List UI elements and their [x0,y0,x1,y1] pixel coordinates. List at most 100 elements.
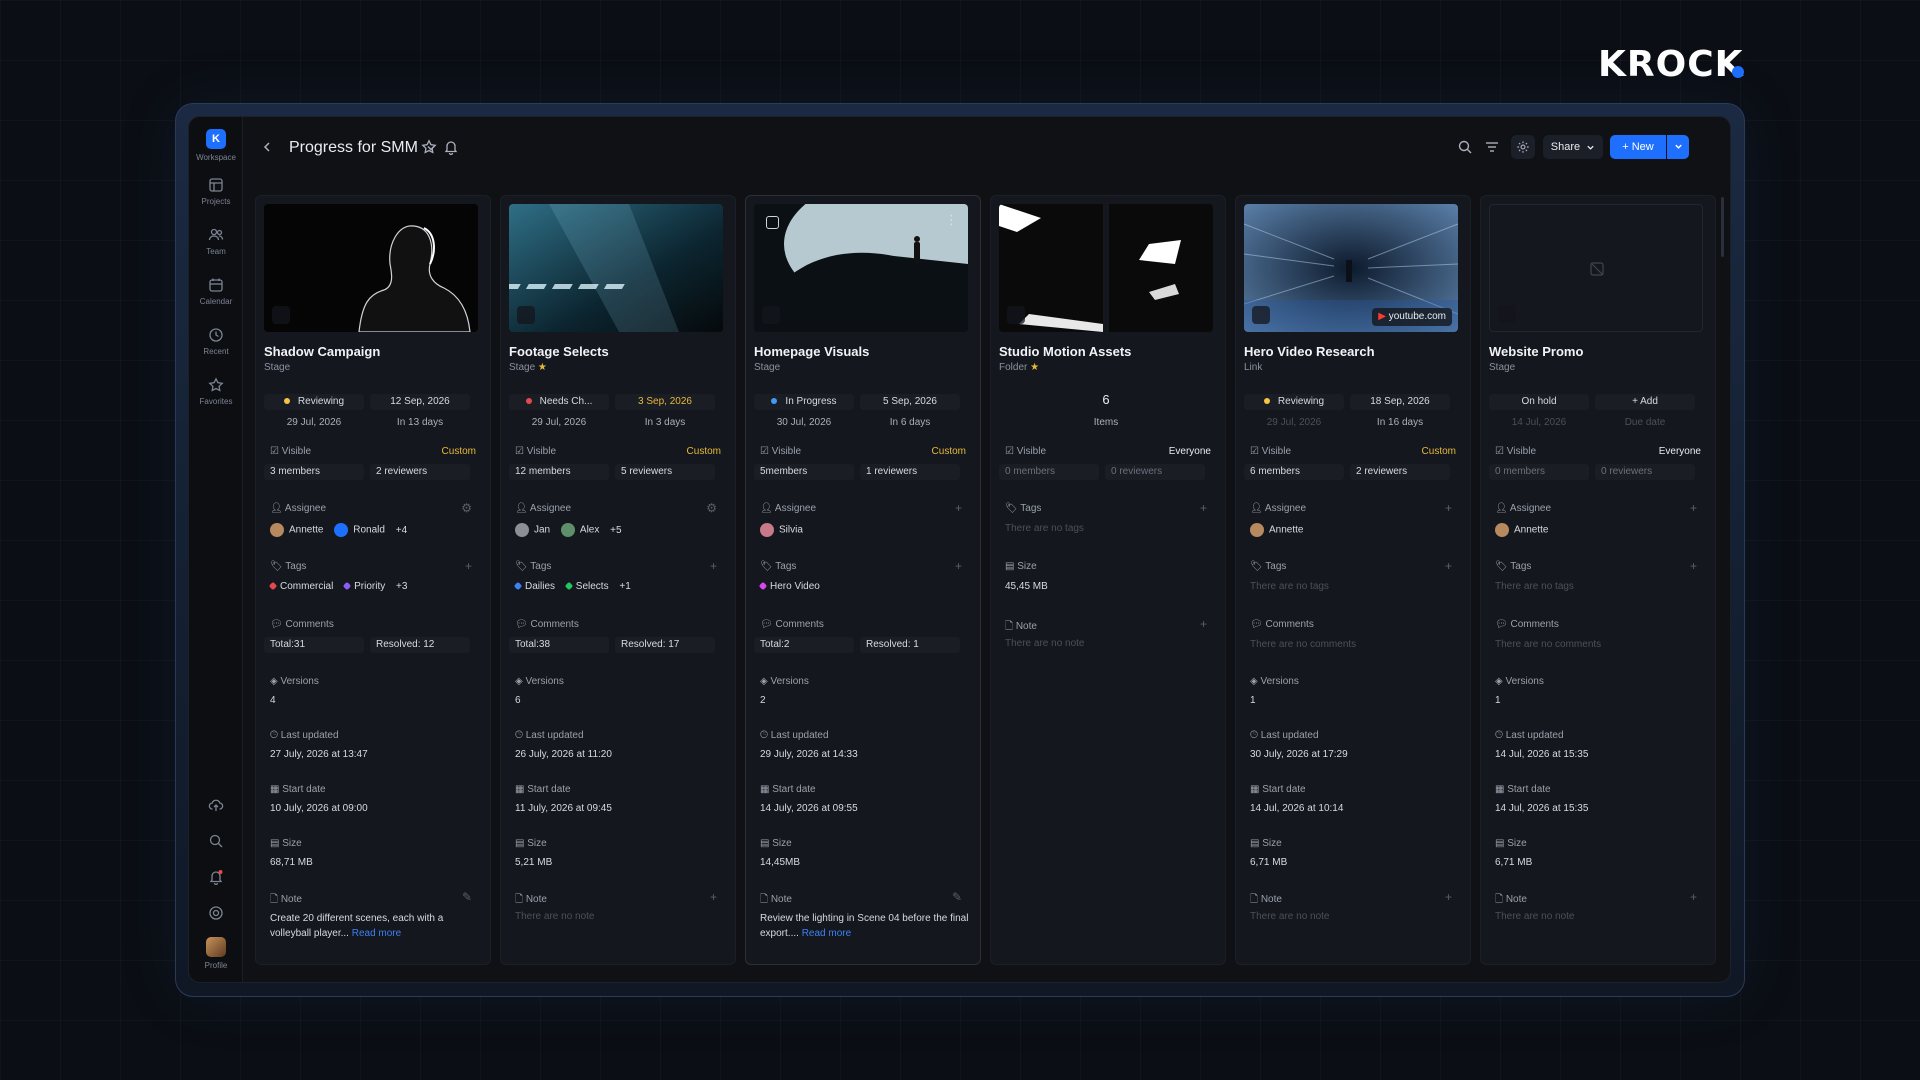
plus-icon[interactable]: + [710,890,717,904]
card-website-promo[interactable]: Website Promo Stage On hold + Add 14 Jul… [1480,195,1716,965]
search-button[interactable] [189,833,243,853]
status-badge[interactable]: Needs Ch... [509,394,609,410]
due-date[interactable]: 5 Sep, 2026 [860,394,960,410]
reviewers-count[interactable]: 2 reviewers [1350,464,1450,480]
assignee-more[interactable]: +5 [610,525,621,536]
filter-icon[interactable] [1484,139,1500,155]
new-button[interactable]: + New [1610,135,1666,159]
members-count[interactable]: 5members [754,464,854,480]
members-count[interactable]: 3 members [264,464,364,480]
assignee-list[interactable]: Annette [1250,523,1303,537]
back-arrow-icon[interactable] [259,139,275,155]
members-count[interactable]: 0 members [999,464,1099,480]
scrollbar[interactable] [1721,197,1724,257]
upload-button[interactable] [189,797,243,817]
status-badge[interactable]: Reviewing [264,394,364,410]
sidebar-item-team[interactable]: Team [189,227,243,256]
comments-total[interactable]: Total:38 [509,637,609,653]
read-more-link[interactable]: Read more [802,928,851,939]
plus-icon[interactable]: + [1690,559,1697,573]
tag[interactable]: Priority [342,581,385,592]
plus-icon[interactable]: + [1445,559,1452,573]
visibility-value[interactable]: Custom [932,446,966,457]
card-title[interactable]: Studio Motion Assets [999,344,1131,359]
comments-total[interactable]: Total:31 [264,637,364,653]
gear-icon[interactable]: ⚙ [461,501,472,515]
visibility-value[interactable]: Custom [1422,446,1456,457]
members-count[interactable]: 6 members [1244,464,1344,480]
comments-resolved[interactable]: Resolved: 12 [370,637,470,653]
tag[interactable]: Commercial [268,581,333,592]
reviewers-count[interactable]: 0 reviewers [1105,464,1205,480]
plus-icon[interactable]: + [465,559,472,573]
comments-resolved[interactable]: Resolved: 1 [860,637,960,653]
add-due-date-button[interactable]: + Add [1595,394,1695,410]
plus-icon[interactable]: + [955,501,962,515]
due-date[interactable]: 12 Sep, 2026 [370,394,470,410]
comments-total[interactable]: Total:2 [754,637,854,653]
new-options-button[interactable] [1667,135,1689,159]
status-badge[interactable]: Reviewing [1244,394,1344,410]
edit-icon[interactable]: ✎ [952,890,962,904]
plus-icon[interactable]: + [1690,890,1697,904]
members-count[interactable]: 12 members [509,464,609,480]
card-studio-motion-assets[interactable]: Studio Motion Assets Folder ★ 6 Items ☑ … [990,195,1226,965]
card-thumbnail[interactable] [509,204,723,332]
page-title[interactable]: Progress for SMM [289,139,436,157]
visibility-value[interactable]: Custom [442,446,476,457]
tag[interactable]: Selects [564,581,609,592]
card-title[interactable]: Shadow Campaign [264,344,380,359]
bell-icon[interactable] [443,139,459,155]
link-source[interactable]: ▶ youtube.com [1372,308,1452,326]
plus-icon[interactable]: + [955,559,962,573]
card-title[interactable]: Website Promo [1489,344,1583,359]
assignee-list[interactable]: Annette [1495,523,1548,537]
card-hero-video-research[interactable]: ▶ youtube.com Hero Video Research Link R… [1235,195,1471,965]
card-shadow-campaign[interactable]: Shadow Campaign Stage Reviewing 12 Sep, … [255,195,491,965]
plus-icon[interactable]: + [1200,501,1207,515]
status-badge[interactable]: On hold [1489,394,1589,410]
sidebar-item-profile[interactable]: Profile [189,937,243,970]
card-title[interactable]: Hero Video Research [1244,344,1375,359]
more-options-icon[interactable]: ⋮ [945,212,958,228]
card-title[interactable]: Homepage Visuals [754,344,869,359]
card-homepage-visuals[interactable]: ⋮ Homepage Visuals Stage In Progress 5 S… [745,195,981,965]
plus-icon[interactable]: + [710,559,717,573]
sidebar-item-favorites[interactable]: Favorites [189,377,243,406]
assignee-list[interactable]: Silvia [760,523,803,537]
edit-icon[interactable]: ✎ [462,890,472,904]
reviewers-count[interactable]: 1 reviewers [860,464,960,480]
visibility-value[interactable]: Custom [687,446,721,457]
sidebar-item-projects[interactable]: Projects [189,177,243,206]
gear-icon[interactable]: ⚙ [706,501,717,515]
tags-more[interactable]: +3 [396,581,407,592]
plus-icon[interactable]: + [1200,617,1207,631]
assignee-more[interactable]: +4 [396,525,407,536]
plus-icon[interactable]: + [1445,890,1452,904]
members-count[interactable]: 0 members [1489,464,1589,480]
visibility-value[interactable]: Everyone [1169,446,1211,457]
settings-button[interactable] [1511,135,1535,159]
select-checkbox[interactable] [766,216,779,229]
due-date[interactable]: 3 Sep, 2026 [615,394,715,410]
card-thumbnail[interactable] [1489,204,1703,332]
card-thumbnail[interactable]: ▶ youtube.com [1244,204,1458,332]
share-button[interactable]: Share [1543,135,1603,159]
comments-resolved[interactable]: Resolved: 17 [615,637,715,653]
card-thumbnail[interactable] [999,204,1213,332]
visibility-value[interactable]: Everyone [1659,446,1701,457]
star-icon[interactable] [421,139,437,155]
card-thumbnail[interactable]: ⋮ [754,204,968,332]
due-date[interactable]: 18 Sep, 2026 [1350,394,1450,410]
tags-more[interactable]: +1 [619,581,630,592]
tag[interactable]: Hero Video [758,581,820,592]
plus-icon[interactable]: + [1445,501,1452,515]
assignee-list[interactable]: Jan Alex +5 [515,523,622,537]
sidebar-item-recent[interactable]: Recent [189,327,243,356]
read-more-link[interactable]: Read more [352,928,401,939]
sidebar-item-calendar[interactable]: Calendar [189,277,243,306]
card-thumbnail[interactable] [264,204,478,332]
reviewers-count[interactable]: 0 reviewers [1595,464,1695,480]
help-button[interactable] [189,905,243,925]
notifications-button[interactable] [189,869,243,889]
